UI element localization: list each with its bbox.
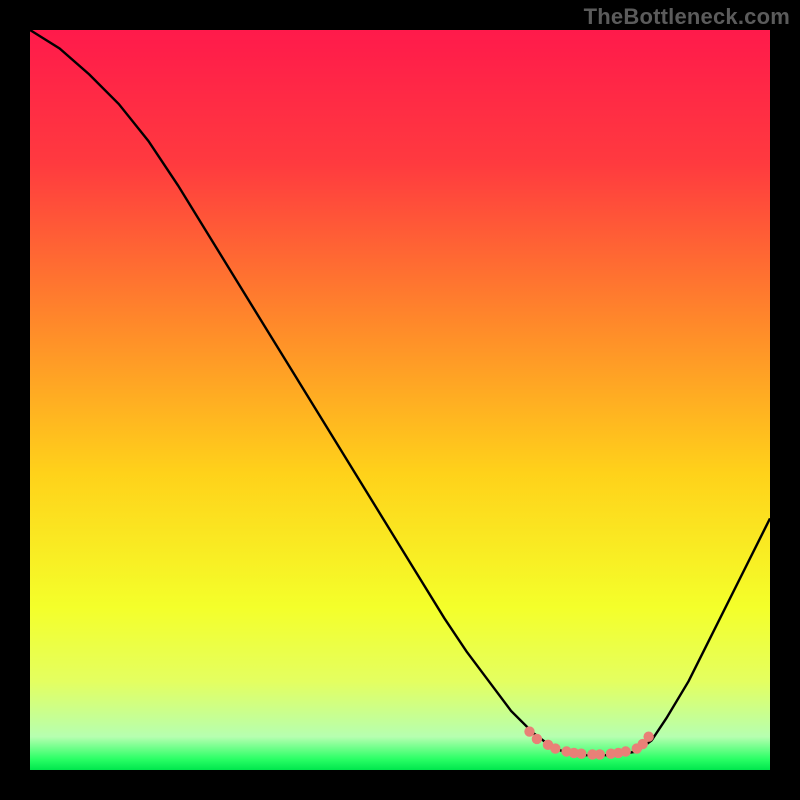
marker-dot	[532, 734, 542, 744]
gradient-background	[30, 30, 770, 770]
marker-dot	[524, 726, 534, 736]
marker-dot	[643, 732, 653, 742]
plot-area	[30, 30, 770, 770]
marker-dot	[550, 743, 560, 753]
chart-stage: TheBottleneck.com	[0, 0, 800, 800]
marker-dot	[576, 749, 586, 759]
bottleneck-chart	[30, 30, 770, 770]
marker-dot	[595, 749, 605, 759]
marker-dot	[621, 746, 631, 756]
attribution-label: TheBottleneck.com	[584, 4, 790, 30]
